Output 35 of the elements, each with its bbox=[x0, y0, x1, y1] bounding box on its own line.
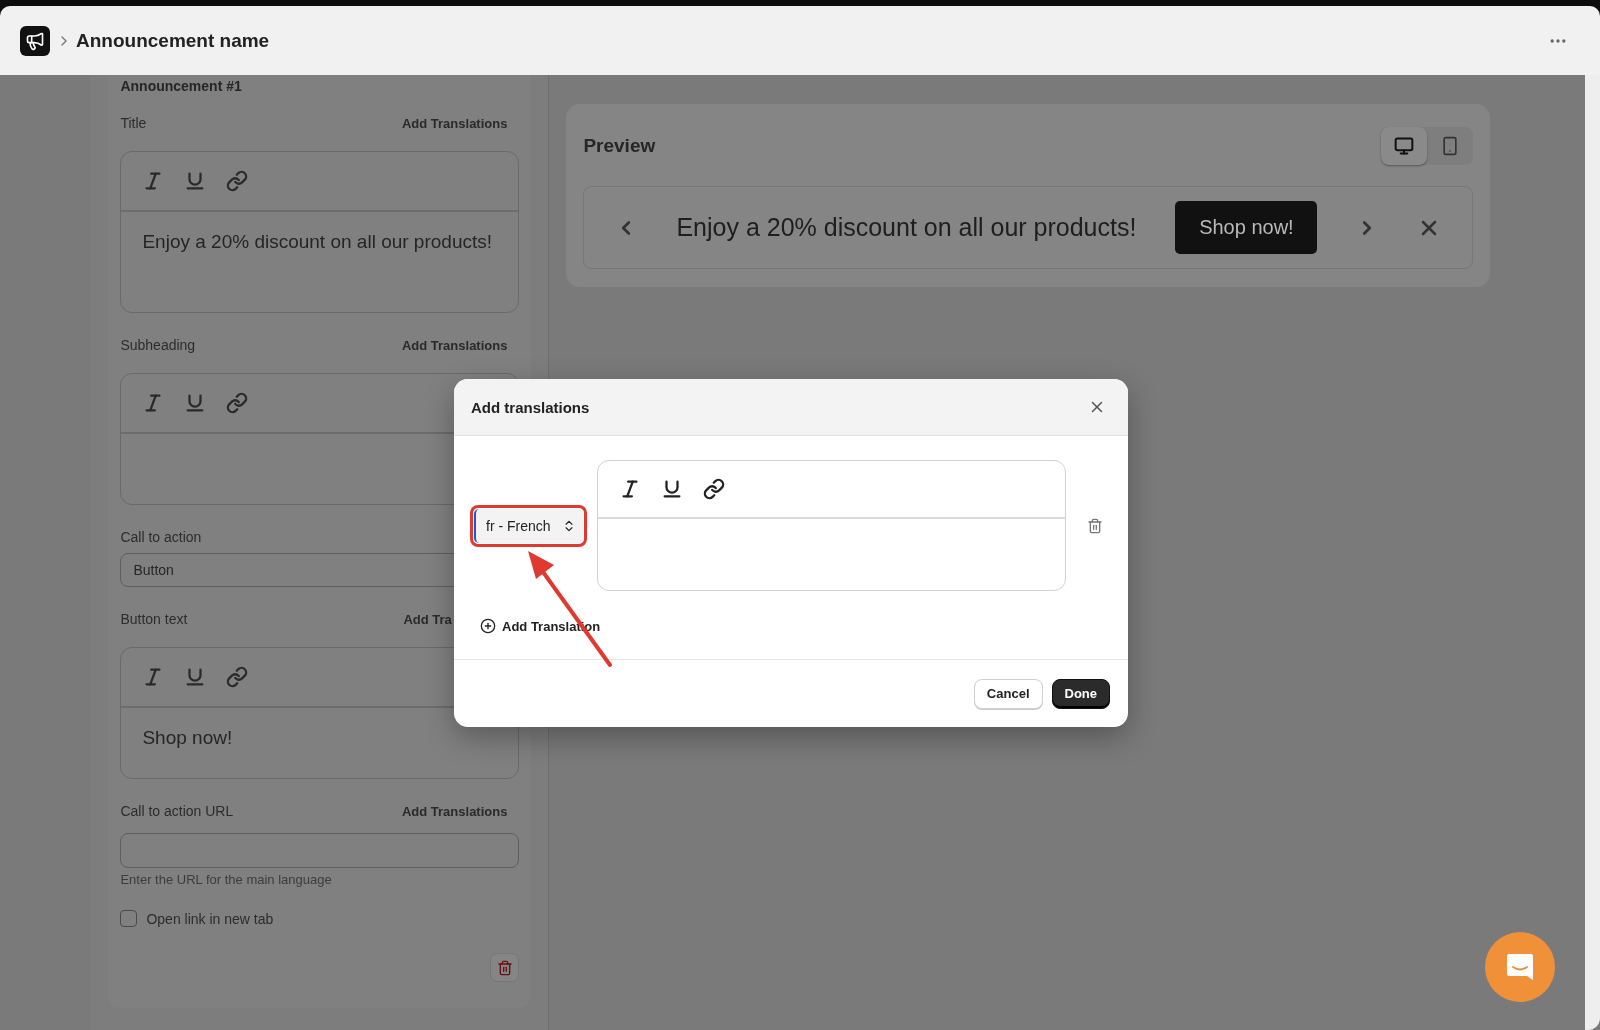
add-translations-link[interactable]: Add Translations bbox=[401, 115, 508, 131]
add-translations-link[interactable]: Add Translations bbox=[401, 337, 508, 353]
delete-button[interactable] bbox=[1087, 517, 1103, 534]
dialog-title: Add translations bbox=[471, 398, 590, 416]
checkbox[interactable] bbox=[120, 910, 138, 927]
underline-button[interactable] bbox=[661, 478, 683, 500]
monitor-icon bbox=[1394, 136, 1415, 156]
shop-now-button[interactable]: Shop now! bbox=[1175, 201, 1318, 254]
field-label: Call to action URL bbox=[120, 803, 234, 819]
field-label: Title bbox=[120, 115, 147, 131]
link-button[interactable] bbox=[703, 478, 725, 500]
done-button[interactable]: Done bbox=[1051, 678, 1110, 709]
cancel-button[interactable]: Cancel bbox=[973, 678, 1043, 709]
editor-text: Shop now! bbox=[141, 726, 234, 750]
page-title: Announcement name bbox=[76, 29, 270, 52]
field-label: Subheading bbox=[120, 337, 196, 353]
help-text: Enter the URL for the main language bbox=[120, 872, 333, 887]
field-label: Call to action bbox=[120, 529, 202, 545]
italic-button[interactable] bbox=[619, 478, 641, 500]
plus-circle-icon bbox=[480, 618, 496, 634]
preview-title: Preview bbox=[583, 135, 656, 157]
section-title: Announcement #1 bbox=[120, 77, 243, 95]
language-select[interactable]: fr - French bbox=[474, 508, 583, 543]
input-field[interactable] bbox=[120, 833, 520, 868]
delete-button[interactable] bbox=[490, 953, 520, 982]
trash-icon bbox=[1087, 517, 1103, 534]
banner-text: Enjoy a 20% discount on all our products! bbox=[676, 213, 1137, 242]
checkbox-label: Open link in new tab bbox=[146, 910, 274, 927]
megaphone-logo-icon[interactable] bbox=[20, 25, 50, 56]
desktop-view-button[interactable] bbox=[1381, 127, 1428, 165]
field-label: Button text bbox=[120, 611, 188, 627]
add-translations-link[interactable]: Add Translations bbox=[401, 803, 508, 819]
editor-text: Enjoy a 20% discount on all our products! bbox=[141, 230, 494, 254]
trash-icon bbox=[496, 959, 513, 976]
chat-bubble-icon bbox=[1504, 951, 1536, 983]
